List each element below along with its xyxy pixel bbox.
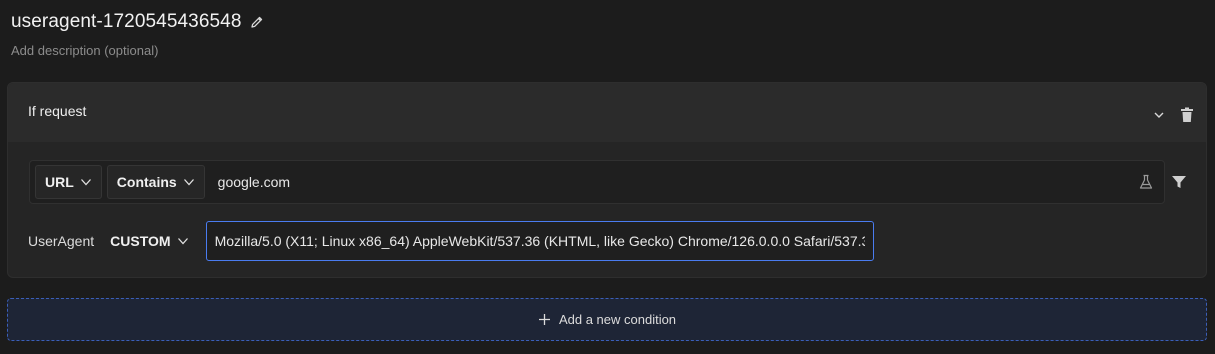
user-agent-mode-label: CUSTOM	[110, 233, 171, 249]
chevron-down-icon	[183, 176, 195, 188]
plus-icon	[538, 313, 551, 326]
user-agent-row: UserAgent CUSTOM	[28, 221, 874, 261]
rule-title[interactable]: useragent-1720545436548	[11, 11, 242, 33]
rule-title-row: useragent-1720545436548	[11, 11, 264, 33]
user-agent-label: UserAgent	[28, 233, 95, 249]
flask-icon[interactable]	[1138, 174, 1154, 190]
pencil-icon[interactable]	[250, 15, 264, 29]
url-condition-row: URL Contains	[29, 160, 1165, 204]
add-condition-label: Add a new condition	[558, 312, 677, 327]
trash-icon[interactable]	[1178, 106, 1196, 124]
url-field-dropdown[interactable]: URL	[35, 165, 102, 199]
chevron-down-icon[interactable]	[1150, 106, 1168, 124]
condition-card: If request URL Contains google.com UserA…	[7, 82, 1207, 278]
user-agent-mode-dropdown[interactable]: CUSTOM	[110, 233, 188, 249]
url-value-input[interactable]	[209, 165, 1138, 199]
operator-label: Contains	[116, 174, 177, 190]
url-field-label: URL	[45, 174, 74, 190]
filter-icon[interactable]	[1171, 174, 1187, 190]
user-agent-input[interactable]	[205, 221, 874, 261]
add-condition-button[interactable]: Add a new condition	[7, 298, 1207, 341]
if-request-label: If request	[28, 102, 87, 119]
description-field[interactable]: Add description (optional)	[11, 43, 158, 58]
condition-card-header: If request	[8, 83, 1206, 142]
header-actions	[1150, 106, 1196, 124]
chevron-down-icon	[80, 176, 92, 188]
chevron-down-icon	[177, 235, 189, 247]
operator-dropdown[interactable]: Contains	[106, 165, 205, 199]
